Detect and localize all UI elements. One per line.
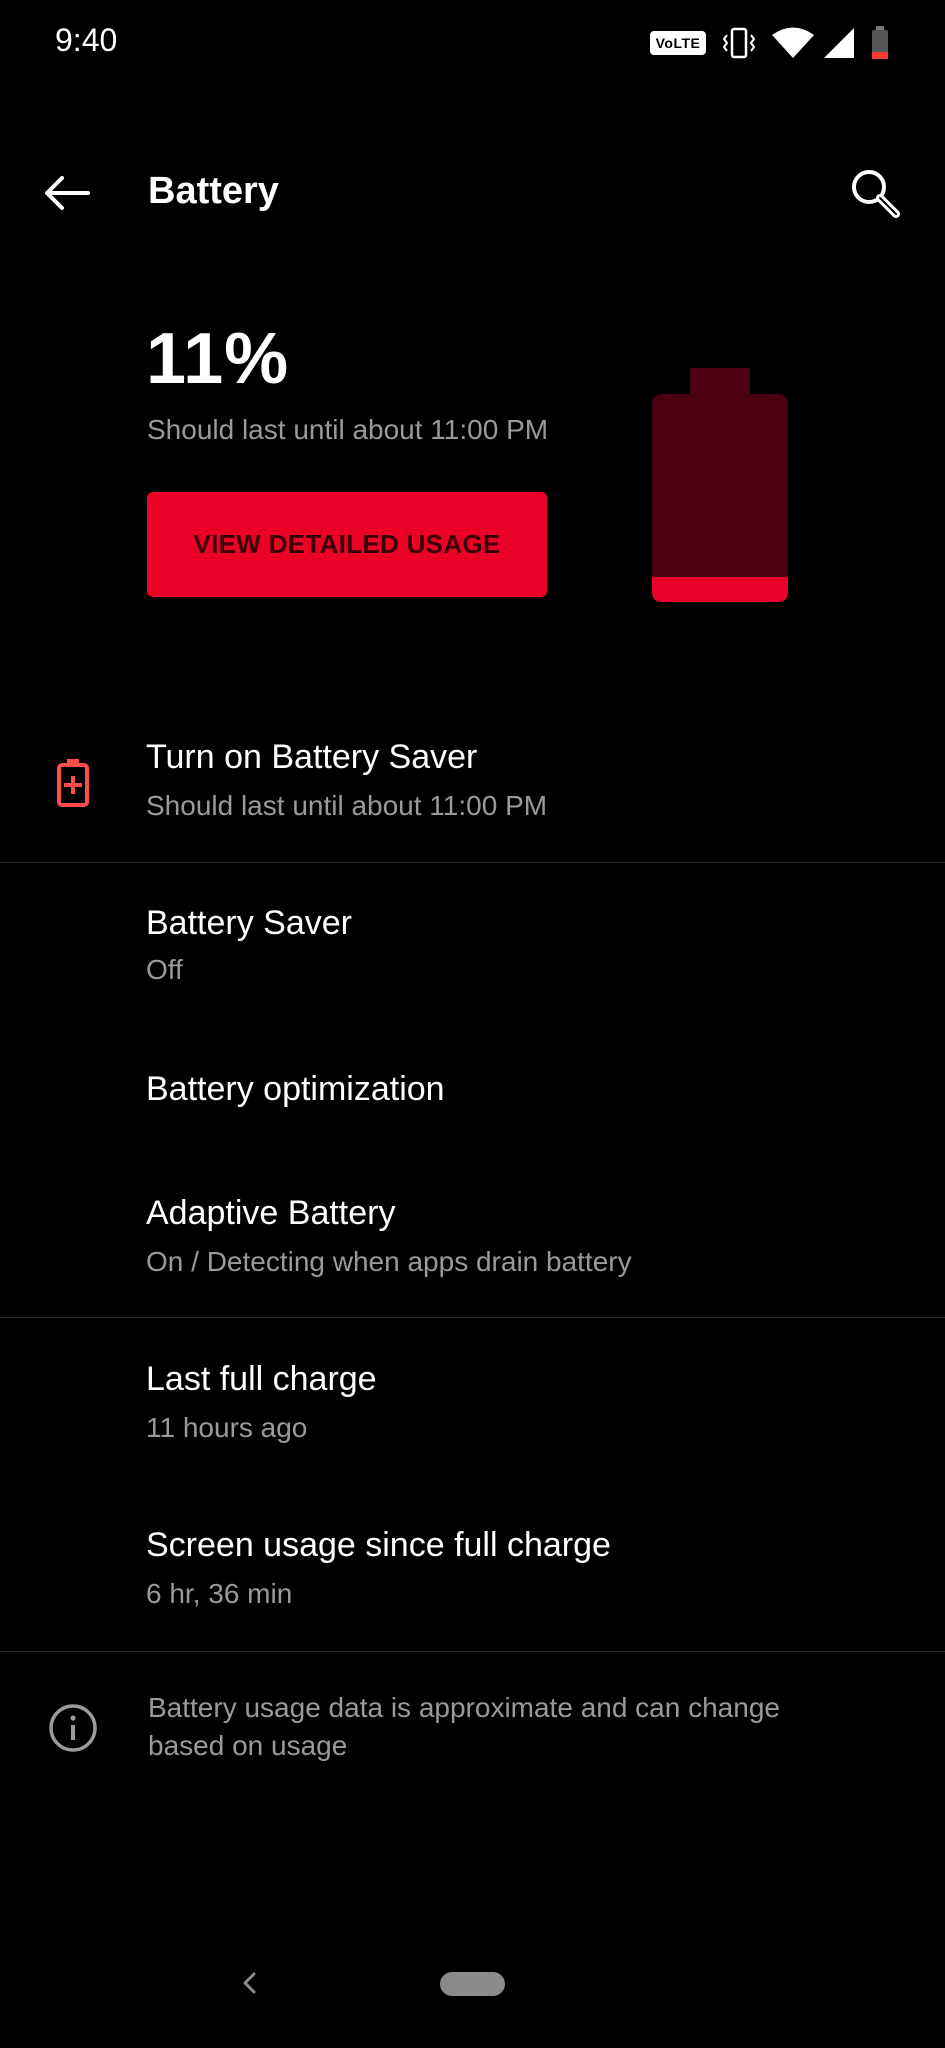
battery-low-icon <box>872 26 888 59</box>
battery-percentage: 11% <box>146 319 290 399</box>
last-full-charge-row: Last full charge 11 hours ago <box>0 1330 945 1490</box>
search-icon <box>852 170 900 218</box>
view-detailed-usage-button[interactable]: VIEW DETAILED USAGE <box>147 492 547 597</box>
suggestion-title: Turn on Battery Saver <box>146 738 478 776</box>
divider <box>0 1651 945 1652</box>
arrow-left-icon <box>45 176 90 210</box>
info-icon <box>49 1704 97 1752</box>
volte-badge: VoLTE <box>650 31 706 55</box>
search-button[interactable] <box>842 160 910 228</box>
battery-optimization-setting[interactable]: Battery optimization <box>0 1034 945 1144</box>
adaptive-battery-status: On / Detecting when apps drain battery <box>146 1246 632 1277</box>
nav-home-pill[interactable] <box>440 1972 505 1996</box>
back-button[interactable] <box>38 166 100 224</box>
footer-text-line-1: Battery usage data is approximate and ca… <box>148 1692 780 1723</box>
cell-signal-icon <box>824 28 854 58</box>
chevron-left-icon <box>243 1972 256 1994</box>
battery-saver-status: Off <box>146 954 183 985</box>
battery-saver-title: Battery Saver <box>146 904 352 942</box>
screen-usage-row: Screen usage since full charge 6 hr, 36 … <box>0 1496 945 1646</box>
divider <box>0 862 945 863</box>
wifi-icon <box>772 27 814 58</box>
divider <box>0 1317 945 1318</box>
screen-usage-value: 6 hr, 36 min <box>146 1578 293 1609</box>
page-title: Battery <box>148 170 279 212</box>
adaptive-battery-title: Adaptive Battery <box>146 1194 396 1232</box>
adaptive-battery-setting[interactable]: Adaptive Battery On / Detecting when app… <box>0 1150 945 1310</box>
battery-saver-setting[interactable]: Battery Saver Off <box>0 880 945 1030</box>
footer-text-line-2: based on usage <box>148 1730 348 1761</box>
nav-back-button[interactable] <box>235 1968 265 1998</box>
status-time: 9:40 <box>55 22 118 58</box>
last-full-charge-value: 11 hours ago <box>146 1412 308 1443</box>
battery-illustration <box>652 368 788 602</box>
battery-estimate: Should last until about 11:00 PM <box>147 414 549 445</box>
battery-saver-suggestion[interactable]: Turn on Battery Saver Should last until … <box>0 710 945 860</box>
last-full-charge-title: Last full charge <box>146 1360 377 1398</box>
screen-usage-title: Screen usage since full charge <box>146 1526 611 1564</box>
battery-plus-icon <box>57 759 89 807</box>
suggestion-subtitle: Should last until about 11:00 PM <box>146 790 548 821</box>
battery-optimization-title: Battery optimization <box>146 1070 445 1108</box>
vibrate-icon <box>722 27 756 59</box>
